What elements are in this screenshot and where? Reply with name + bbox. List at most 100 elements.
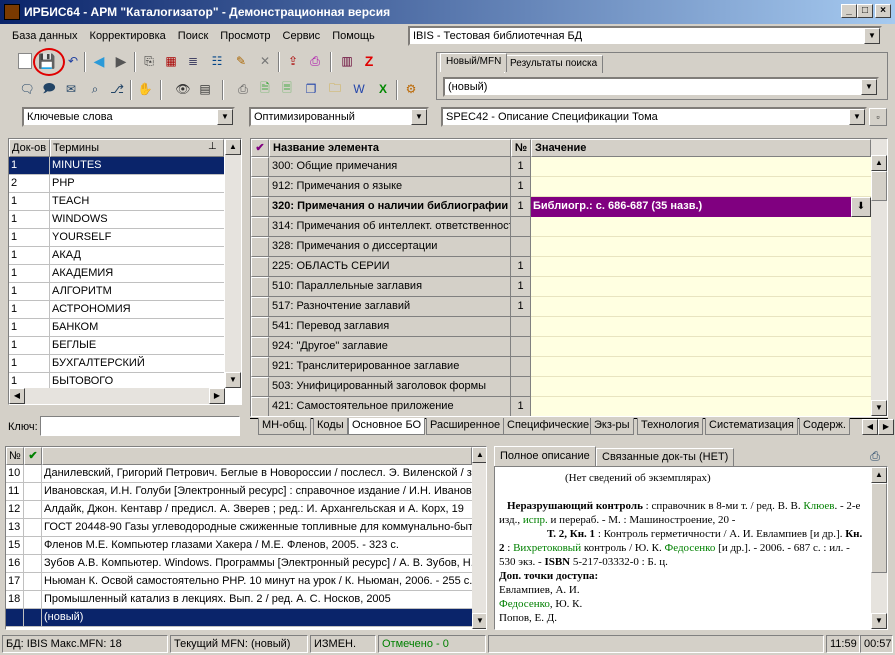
handshake-icon[interactable]: ✋ <box>136 80 154 98</box>
settings-icon[interactable]: ⚙ <box>402 80 420 98</box>
close-button[interactable]: × <box>875 4 891 18</box>
records-header-num[interactable]: № <box>6 447 24 465</box>
term-row[interactable]: 1 БАНКОМ <box>9 319 224 337</box>
field-value[interactable] <box>531 177 871 197</box>
tabs-scroll-right-icon[interactable]: ▶ <box>878 419 894 435</box>
terms-scrollbar[interactable] <box>225 139 241 388</box>
barcode-icon[interactable]: ▥ <box>338 52 356 70</box>
term-row[interactable]: 1 WINDOWS <box>9 211 224 229</box>
fields-scroll-thumb[interactable] <box>871 171 887 201</box>
record-check[interactable] <box>24 609 42 627</box>
mfn-select[interactable]: (новый) ▼ <box>443 77 879 97</box>
export-icon[interactable]: ⇪ <box>284 52 302 70</box>
field-row[interactable]: 510: Параллельные заглавия 1 <box>251 277 871 297</box>
scroll-up-icon[interactable]: ▲ <box>871 155 887 171</box>
term-row[interactable]: 1 БЕГЛЫЕ <box>9 337 224 355</box>
word-icon[interactable]: W <box>350 80 368 98</box>
scroll-up-icon[interactable]: ▲ <box>472 447 486 463</box>
record-row[interactable]: 10 Данилевский, Григорий Петрович. Беглые… <box>6 465 472 483</box>
field-row[interactable]: 921: Транслитерированное заглавие <box>251 357 871 377</box>
tab-full-description[interactable]: Полное описание <box>494 446 596 466</box>
field-row[interactable]: 300: Общие примечания 1 <box>251 157 871 177</box>
terms-hscrollbar[interactable] <box>9 388 225 404</box>
field-row[interactable]: 328: Примечания о диссертации <box>251 237 871 257</box>
tab-new-mfn[interactable]: Новый/MFN <box>440 53 508 72</box>
field-value[interactable] <box>531 377 871 397</box>
field-row[interactable]: 421: Самостоятельное приложение 1 <box>251 397 871 416</box>
scroll-right-icon[interactable]: ▶ <box>209 388 225 404</box>
tab-worksheet-page[interactable]: Коды <box>313 418 348 435</box>
field-value-editor[interactable]: Библиогр.: с. 686-687 (35 назв.) <box>531 197 851 217</box>
description-link[interactable]: Клюев <box>803 500 834 512</box>
description-link[interactable]: Вихретоковый <box>513 542 581 554</box>
fields-header-value[interactable]: Значение <box>531 139 871 157</box>
terms-header-term[interactable]: Термины <box>50 139 224 157</box>
document-icon[interactable]: 🗎 <box>256 80 274 98</box>
maximize-button[interactable]: □ <box>857 4 873 18</box>
grid-icon[interactable]: ▦ <box>162 52 180 70</box>
excel-icon[interactable]: X <box>374 80 392 98</box>
terms-header-count[interactable]: Док-ов <box>9 139 50 157</box>
delete-icon[interactable]: ✕ <box>256 52 274 70</box>
tab-search-results[interactable]: Результаты поиска <box>504 55 604 73</box>
pin-icon[interactable]: ⊥ <box>208 141 217 152</box>
scroll-down-icon[interactable]: ▼ <box>225 372 241 388</box>
field-value[interactable] <box>531 397 871 416</box>
field-row[interactable]: 541: Перевод заглавия <box>251 317 871 337</box>
record-check[interactable] <box>24 573 42 591</box>
term-row[interactable]: 1 АКАДЕМИЯ <box>9 265 224 283</box>
field-value[interactable] <box>531 297 871 317</box>
check-icon[interactable]: ✔ <box>24 447 42 465</box>
folder-icon[interactable]: 🗀 <box>326 80 344 98</box>
record-row[interactable]: 12 Алдайк, Джон. Кентавр / предисл. А. Зв… <box>6 501 472 519</box>
tree-icon[interactable]: ☷ <box>208 52 226 70</box>
term-row[interactable]: 1 АСТРОНОМИЯ <box>9 301 224 319</box>
tab-worksheet-page[interactable]: Содерж. <box>799 418 850 435</box>
scroll-down-icon[interactable]: ▼ <box>871 400 887 416</box>
description-link[interactable]: Федосенко <box>665 542 716 554</box>
menu-database[interactable]: База данных <box>6 30 84 42</box>
field-row[interactable]: 503: Унифицированный заголовок формы <box>251 377 871 397</box>
tab-worksheet-page[interactable]: Систематизация <box>705 418 798 435</box>
check-icon[interactable]: ✔ <box>251 139 269 157</box>
z3950-icon[interactable]: Z <box>360 52 378 70</box>
copy-record-icon[interactable]: ⎘ <box>140 52 158 70</box>
menu-view[interactable]: Просмотр <box>214 30 276 42</box>
records-scrollbar[interactable] <box>472 447 486 629</box>
record-row[interactable]: 11 Ивановская, И.Н. Голуби [Электронный р… <box>6 483 472 501</box>
record-check[interactable] <box>24 501 42 519</box>
scroll-down-icon[interactable]: ▼ <box>472 613 486 629</box>
field-row[interactable]: 320: Примечания о наличии библиографии 1 Б… <box>251 197 871 217</box>
menu-edit[interactable]: Корректировка <box>84 30 172 42</box>
undo-icon[interactable]: ↶ <box>64 52 82 70</box>
field-value[interactable] <box>531 357 871 377</box>
field-value[interactable] <box>531 217 871 237</box>
term-row[interactable]: 1 АЛГОРИТМ <box>9 283 224 301</box>
record-check[interactable] <box>24 519 42 537</box>
record-row[interactable]: 16 Зубов А.В. Компьютер. Windows. Програм… <box>6 555 472 573</box>
field-value[interactable] <box>531 237 871 257</box>
field-row[interactable]: 225: ОБЛАСТЬ СЕРИИ 1 <box>251 257 871 277</box>
scroll-left-icon[interactable]: ◀ <box>9 388 25 404</box>
worksheet-options-button[interactable]: ▫ <box>869 108 887 126</box>
view-icon[interactable]: 👁 <box>174 80 192 98</box>
field-value[interactable] <box>531 317 871 337</box>
tabs-scroll-left-icon[interactable]: ◀ <box>862 419 878 435</box>
tab-worksheet-page[interactable]: Технология <box>637 418 704 435</box>
print-preview-icon[interactable]: ⎙ <box>866 447 884 465</box>
tab-worksheet-page[interactable]: МН-общ. <box>258 418 312 435</box>
field-value[interactable] <box>531 257 871 277</box>
record-check[interactable] <box>24 591 42 609</box>
record-row[interactable]: 13 ГОСТ 20448-90 Газы углеводородные сжиж… <box>6 519 472 537</box>
scroll-up-icon[interactable]: ▲ <box>225 139 241 155</box>
field-row[interactable]: 912: Примечания о языке 1 <box>251 177 871 197</box>
record-row[interactable]: 17 Ньюман К. Освой самостоятельно PHP. 10… <box>6 573 472 591</box>
network-icon[interactable]: ⎇ <box>108 80 126 98</box>
term-row[interactable]: 1 YOURSELF <box>9 229 224 247</box>
chevron-down-icon[interactable]: ▼ <box>849 109 865 125</box>
fields-header-name[interactable]: Название элемента <box>269 139 511 157</box>
tab-linked-docs[interactable]: Связанные док-ты (НЕТ) <box>596 448 735 466</box>
scroll-up-icon[interactable]: ▲ <box>871 467 887 483</box>
tab-worksheet-page[interactable]: Расширенное <box>426 418 505 435</box>
term-row[interactable]: 2 PHP <box>9 175 224 193</box>
